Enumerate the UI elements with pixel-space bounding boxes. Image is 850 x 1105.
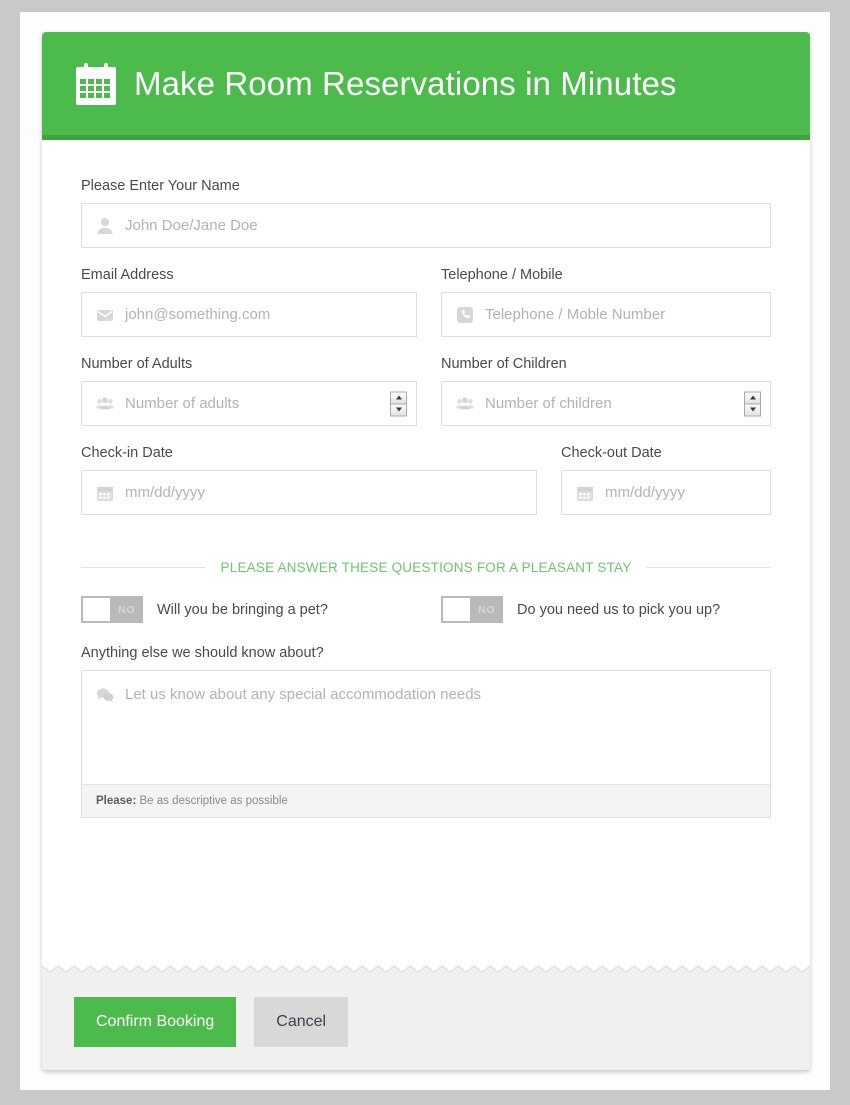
calendar-icon [76, 62, 116, 105]
user-icon [97, 217, 113, 234]
booking-form-card: Make Room Reservations in Minutes Please… [42, 32, 810, 1070]
pet-question-label: Will you be bringing a pet? [157, 601, 328, 618]
notes-textarea-wrapper: Let us know about any special accommodat… [81, 670, 771, 818]
phone-label: Telephone / Mobile [441, 267, 563, 283]
notes-textarea[interactable]: Let us know about any special accommodat… [82, 671, 770, 784]
calendar-icon [577, 486, 593, 501]
children-label: Number of Children [441, 356, 567, 372]
users-icon [96, 397, 114, 409]
footer-bar: Confirm Booking Cancel [42, 973, 810, 1070]
pickup-toggle[interactable]: NO [441, 596, 503, 623]
adults-placeholder: Number of adults [125, 395, 240, 412]
notes-help-text: Please: Be as descriptive as possible [82, 784, 770, 817]
adults-label: Number of Adults [81, 356, 193, 372]
pet-toggle-state: NO [118, 603, 135, 616]
children-input[interactable]: Number of children [441, 381, 771, 426]
questions-divider: PLEASE ANSWER THESE QUESTIONS FOR A PLEA… [81, 560, 772, 575]
field-group-checkout: Check-out Date mm/dd/yyyy [561, 445, 771, 515]
card-header: Make Room Reservations in Minutes [42, 32, 810, 140]
pet-toggle[interactable]: NO [81, 596, 143, 623]
pickup-toggle-group: NO Do you need us to pick you up? [441, 596, 720, 623]
notes-help-prefix: Please: [96, 795, 137, 807]
phone-placeholder: Telephone / Moble Number [485, 306, 666, 323]
zigzag-separator [42, 962, 810, 973]
checkout-date-input[interactable]: mm/dd/yyyy [561, 470, 771, 515]
phone-input[interactable]: Telephone / Moble Number [441, 292, 771, 337]
cancel-button[interactable]: Cancel [254, 996, 349, 1047]
email-label: Email Address [81, 267, 174, 283]
adults-stepper-up[interactable] [391, 392, 406, 404]
adults-input[interactable]: Number of adults [81, 381, 417, 426]
confirm-booking-button[interactable]: Confirm Booking [74, 996, 237, 1047]
field-group-name: Please Enter Your Name John Doe/Jane Doe [81, 178, 771, 248]
field-group-adults: Number of Adults Number of adults [81, 356, 417, 426]
name-placeholder: John Doe/Jane Doe [125, 217, 258, 234]
adults-stepper[interactable] [390, 391, 407, 416]
page-title: Make Room Reservations in Minutes [134, 64, 677, 102]
children-stepper-down[interactable] [745, 404, 760, 415]
checkin-label: Check-in Date [81, 445, 173, 461]
comments-icon [96, 688, 114, 703]
checkin-date-input[interactable]: mm/dd/yyyy [81, 470, 537, 515]
calendar-icon [97, 486, 113, 501]
email-placeholder: john@something.com [125, 306, 271, 323]
form-body: Please Enter Your Name John Doe/Jane Doe… [42, 140, 810, 818]
field-group-checkin: Check-in Date mm/dd/yyyy [81, 445, 537, 515]
contact-row: Email Address john@something.com Telepho… [81, 267, 771, 356]
pet-toggle-group: NO Will you be bringing a pet? [81, 596, 441, 623]
adults-stepper-down[interactable] [391, 404, 406, 415]
pickup-question-label: Do you need us to pick you up? [517, 601, 721, 618]
name-label: Please Enter Your Name [81, 178, 240, 194]
field-group-email: Email Address john@something.com [81, 267, 417, 337]
children-stepper[interactable] [744, 391, 761, 416]
dates-row: Check-in Date mm/dd/yyyy Check-out Date … [81, 445, 771, 534]
card-footer: Confirm Booking Cancel [42, 962, 810, 1070]
checkin-placeholder: mm/dd/yyyy [125, 484, 206, 501]
field-group-phone: Telephone / Mobile Telephone / Moble Num… [441, 267, 771, 337]
pickup-toggle-state: NO [478, 603, 495, 616]
pickup-toggle-knob [443, 598, 470, 621]
questions-divider-text: PLEASE ANSWER THESE QUESTIONS FOR A PLEA… [220, 560, 632, 575]
notes-help-body: Be as descriptive as possible [136, 795, 288, 807]
page-frame: Make Room Reservations in Minutes Please… [20, 12, 830, 1090]
name-input[interactable]: John Doe/Jane Doe [81, 203, 771, 248]
divider-line-right [646, 567, 772, 568]
checkout-placeholder: mm/dd/yyyy [605, 484, 686, 501]
toggles-row: NO Will you be bringing a pet? NO Do you… [81, 596, 771, 623]
divider-line-left [81, 567, 206, 568]
users-icon [456, 397, 474, 409]
field-group-children: Number of Children Number of children [441, 356, 771, 426]
pet-toggle-knob [83, 598, 110, 621]
checkout-label: Check-out Date [561, 445, 662, 461]
field-group-notes: Anything else we should know about? Let … [81, 645, 771, 818]
children-placeholder: Number of children [485, 395, 612, 412]
children-stepper-up[interactable] [745, 392, 760, 404]
phone-icon [457, 306, 473, 323]
guests-row: Number of Adults Number of adults Number… [81, 356, 771, 445]
envelope-icon [97, 309, 113, 321]
email-input[interactable]: john@something.com [81, 292, 417, 337]
notes-placeholder: Let us know about any special accommodat… [125, 686, 482, 703]
notes-label: Anything else we should know about? [81, 645, 324, 661]
